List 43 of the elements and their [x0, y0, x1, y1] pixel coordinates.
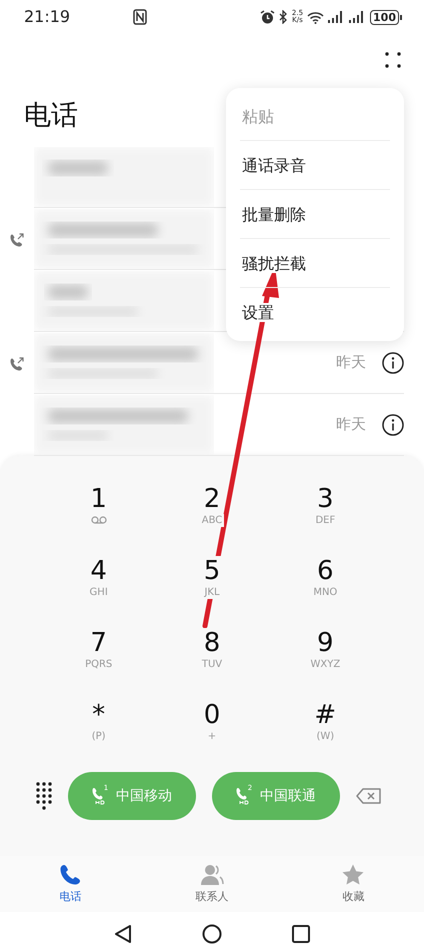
star-icon [341, 862, 366, 887]
dial-key[interactable]: * (P) [42, 686, 156, 756]
page-title: 电话 [24, 100, 78, 131]
tab[interactable]: 电话 [10, 862, 131, 906]
tab[interactable]: 收藏 [293, 862, 414, 906]
status-time: 21:19 [24, 6, 70, 28]
outgoing-call-icon [10, 356, 24, 371]
menu-item[interactable]: 通话录音 [240, 141, 390, 190]
phone-hd-icon [236, 787, 250, 805]
dial-key[interactable]: 6 MNO [268, 542, 382, 612]
dial-key[interactable]: 1 [42, 470, 156, 540]
dial-key[interactable]: # (W) [268, 686, 382, 756]
phone-icon [58, 862, 83, 887]
call-date: 昨天 [336, 352, 366, 374]
home-icon[interactable] [202, 924, 222, 944]
menu-item[interactable]: 批量删除 [240, 190, 390, 239]
info-icon[interactable] [382, 414, 404, 436]
dial-key[interactable]: 2 ABC [155, 470, 269, 540]
contacts-icon [200, 862, 224, 887]
nfc-icon [133, 9, 147, 25]
info-icon[interactable] [382, 352, 404, 374]
voicemail-icon [90, 516, 107, 524]
backspace-icon[interactable] [356, 788, 382, 804]
dial-key[interactable]: 3 DEF [268, 470, 382, 540]
tab[interactable]: 联系人 [152, 862, 272, 906]
battery-level: 100 [370, 10, 399, 24]
outgoing-call-icon [10, 232, 24, 247]
dialpad-toggle-icon[interactable] [36, 782, 52, 810]
menu-item[interactable]: 设置 [240, 288, 390, 337]
phone-hd-icon [92, 787, 106, 805]
dial-key[interactable]: 0 + [155, 686, 269, 756]
dial-key[interactable]: 9 WXYZ [268, 614, 382, 684]
dial-key[interactable]: 4 GHI [42, 542, 156, 612]
dial-key[interactable]: 7 PQRS [42, 614, 156, 684]
dial-key[interactable]: 5 JKL [155, 542, 269, 612]
bluetooth-icon [278, 10, 288, 24]
recents-icon[interactable] [292, 925, 310, 943]
more-menu-icon[interactable] [384, 51, 402, 69]
call-date: 昨天 [336, 414, 366, 436]
back-icon[interactable] [114, 924, 132, 944]
alarm-icon [260, 10, 275, 24]
dial-key[interactable]: 8 TUV [155, 614, 269, 684]
wifi-icon [307, 10, 324, 24]
